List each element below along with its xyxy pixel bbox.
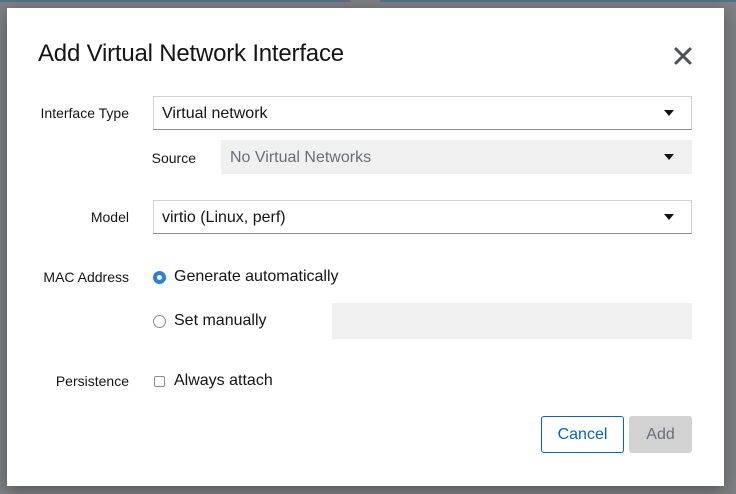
radio-button[interactable] <box>153 314 166 328</box>
cancel-button[interactable]: Cancel <box>541 416 624 453</box>
bg-divider <box>0 0 350 2</box>
add-virtual-network-interface-dialog: Add Virtual Network Interface Interface … <box>7 8 724 486</box>
bg-divider <box>380 0 736 2</box>
dialog-title: Add Virtual Network Interface <box>38 40 344 67</box>
mac-manual-label: Set manually <box>174 312 267 329</box>
always-attach-checkbox[interactable] <box>154 375 165 387</box>
chevron-down-icon <box>664 154 674 160</box>
interface-type-select[interactable]: Virtual network <box>153 96 692 130</box>
mac-address-label: MAC Address <box>43 269 129 285</box>
chevron-down-icon <box>664 110 674 116</box>
interface-type-value: Virtual network <box>162 105 268 122</box>
mac-address-input <box>332 303 692 339</box>
always-attach-label: Always attach <box>174 372 273 389</box>
source-value: No Virtual Networks <box>230 149 372 166</box>
model-select[interactable]: virtio (Linux, perf) <box>153 200 692 234</box>
mac-auto-label: Generate automatically <box>174 268 339 285</box>
close-button[interactable] <box>671 44 695 68</box>
source-label: Source <box>151 150 196 166</box>
chevron-down-icon <box>664 214 674 220</box>
close-icon <box>674 47 692 65</box>
mac-generate-automatically-option[interactable]: Generate automatically <box>153 268 339 286</box>
radio-button-checked[interactable] <box>153 270 166 284</box>
mac-set-manually-option[interactable]: Set manually <box>153 312 267 330</box>
source-select: No Virtual Networks <box>221 140 692 174</box>
always-attach-option[interactable]: Always attach <box>154 372 273 390</box>
add-button: Add <box>629 416 692 453</box>
interface-type-label: Interface Type <box>40 105 129 121</box>
model-value: virtio (Linux, perf) <box>162 209 286 226</box>
model-label: Model <box>90 209 129 225</box>
persistence-label: Persistence <box>55 373 129 389</box>
